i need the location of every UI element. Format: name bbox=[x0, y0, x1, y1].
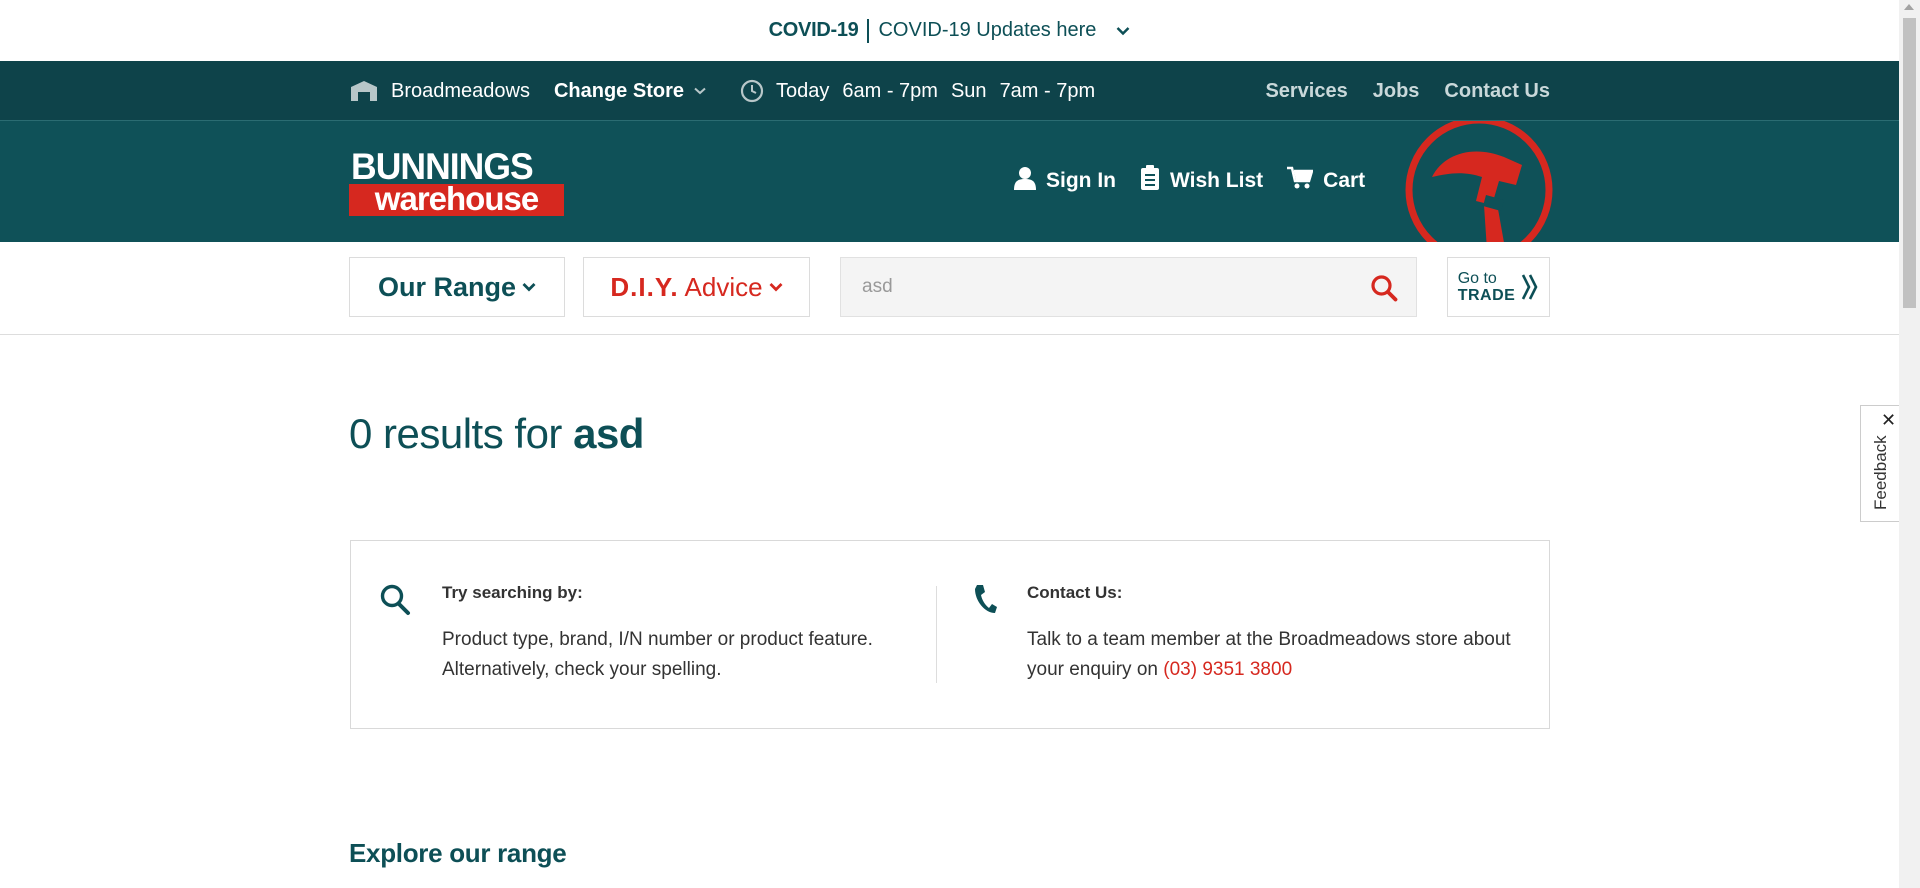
trade-line2: TRADE bbox=[1457, 287, 1516, 304]
logo-bottom-text: warehouse bbox=[349, 182, 564, 216]
jobs-link[interactable]: Jobs bbox=[1373, 80, 1420, 103]
change-store-button[interactable]: Change Store bbox=[554, 80, 706, 103]
user-icon bbox=[1014, 166, 1036, 196]
wish-list-label: Wish List bbox=[1170, 169, 1264, 192]
hammer-icon bbox=[1404, 121, 1554, 242]
bunnings-logo[interactable]: BUNNINGS warehouse bbox=[349, 148, 564, 218]
phone-number-link[interactable]: (03) 9351 3800 bbox=[1163, 659, 1292, 680]
clipboard-icon bbox=[1140, 165, 1160, 197]
covid-title: COVID-19 bbox=[768, 19, 859, 41]
search-tips-heading: Try searching by: bbox=[442, 583, 583, 602]
store-icon bbox=[349, 79, 379, 103]
diy-label: Advice bbox=[684, 271, 763, 302]
covid-banner[interactable]: COVID-19 COVID-19 Updates here bbox=[0, 0, 1899, 61]
search-box bbox=[840, 257, 1417, 317]
results-prefix: 0 results for bbox=[349, 410, 562, 457]
nav-row: Our Range D.I.Y. Advice Go to TRADE bbox=[0, 242, 1899, 335]
cart-icon bbox=[1287, 166, 1314, 196]
search-icon bbox=[379, 583, 411, 622]
sign-in-label: Sign In bbox=[1046, 169, 1116, 192]
close-icon[interactable]: ✕ bbox=[1881, 410, 1896, 431]
our-range-button[interactable]: Our Range bbox=[349, 257, 565, 317]
search-input[interactable] bbox=[841, 258, 1361, 316]
scrollbar[interactable] bbox=[1899, 0, 1920, 888]
covid-updates-link[interactable]: COVID-19 Updates here bbox=[878, 19, 1096, 42]
scroll-up-arrow[interactable] bbox=[1904, 4, 1914, 10]
chevron-down-icon bbox=[522, 282, 536, 292]
sign-in-button[interactable]: Sign In bbox=[1014, 166, 1116, 196]
hours-sun-label: Sun bbox=[950, 79, 987, 102]
site-header: BUNNINGS warehouse Sign In Wish List Car… bbox=[0, 121, 1899, 242]
explore-heading: Explore our range bbox=[349, 838, 567, 868]
search-icon[interactable] bbox=[1370, 274, 1398, 302]
hours-sun: 7am - 7pm bbox=[999, 79, 1096, 102]
contact-us-link[interactable]: Contact Us bbox=[1444, 80, 1550, 103]
contact-heading: Contact Us: bbox=[1027, 583, 1123, 602]
chevron-down-icon bbox=[769, 282, 783, 292]
phone-icon bbox=[973, 583, 997, 620]
chevron-down-icon[interactable] bbox=[1116, 26, 1130, 36]
store-bar: Broadmeadows Change Store Today 6am - 7pm… bbox=[0, 61, 1899, 121]
no-results-help-box: Try searching by: Product type, brand, I… bbox=[350, 540, 1550, 729]
scrollbar-thumb[interactable] bbox=[1903, 18, 1916, 308]
diy-label-bold: D.I.Y. bbox=[610, 271, 679, 302]
services-link[interactable]: Services bbox=[1265, 80, 1347, 103]
trade-line1: Go to bbox=[1457, 270, 1497, 287]
utility-links: Services Jobs Contact Us bbox=[1265, 80, 1550, 103]
search-tips: Try searching by: Product type, brand, I… bbox=[351, 541, 937, 728]
change-store-label: Change Store bbox=[553, 79, 684, 102]
feedback-tab[interactable]: ✕ Feedback bbox=[1860, 405, 1899, 522]
feedback-label: Feedback bbox=[1871, 435, 1890, 510]
diy-advice-button[interactable]: D.I.Y. Advice bbox=[583, 257, 810, 317]
our-range-label: Our Range bbox=[377, 271, 517, 302]
contact-tips: Contact Us: Talk to a team member at the… bbox=[937, 541, 1549, 728]
store-hours: Today 6am - 7pm Sun 7am - 7pm bbox=[776, 80, 1108, 103]
results-query: asd bbox=[573, 410, 644, 457]
search-tips-text: Product type, brand, I/N number or produ… bbox=[442, 629, 873, 680]
cart-label: Cart bbox=[1323, 169, 1366, 192]
go-to-trade-button[interactable]: Go to TRADE bbox=[1447, 257, 1550, 317]
covid-divider bbox=[867, 18, 870, 43]
header-actions: Sign In Wish List Cart bbox=[1014, 165, 1365, 197]
chevron-down-icon bbox=[694, 87, 706, 95]
store-name: Broadmeadows bbox=[391, 79, 530, 102]
hours-today-label: Today bbox=[776, 79, 830, 102]
hours-today: 6am - 7pm bbox=[842, 79, 938, 102]
results-title: 0 results for asd bbox=[349, 410, 644, 458]
double-chevron-right-icon bbox=[1521, 273, 1539, 301]
contact-text-block: Talk to a team member at the Broadmeadow… bbox=[1027, 625, 1527, 685]
wish-list-button[interactable]: Wish List bbox=[1140, 165, 1263, 197]
clock-icon bbox=[740, 79, 764, 103]
cart-button[interactable]: Cart bbox=[1287, 166, 1365, 196]
